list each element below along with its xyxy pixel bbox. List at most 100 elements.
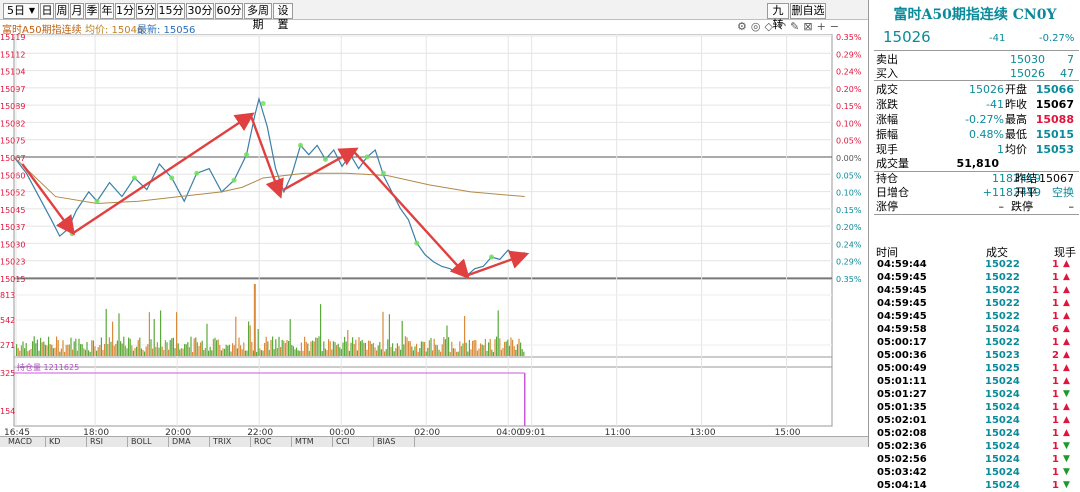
- indicator-tab-kd[interactable]: KD: [47, 437, 87, 447]
- volume-bar: [488, 342, 490, 356]
- volume-bar: [387, 339, 389, 356]
- volume-bar: [446, 325, 448, 356]
- period-button-6[interactable]: 5分: [136, 3, 156, 19]
- volume-bar: [379, 342, 381, 356]
- volume-bar: [486, 350, 488, 356]
- volume-bar: [406, 337, 408, 356]
- volume-bar: [518, 338, 520, 356]
- volume-bar: [174, 348, 176, 356]
- highlight-marker: [414, 240, 420, 246]
- volume-bar: [147, 344, 149, 356]
- trade-row: 05:00:36 15023 2 ▲: [877, 349, 1079, 362]
- sell-label: 卖出: [876, 53, 898, 66]
- period-button-4[interactable]: 年: [100, 3, 114, 19]
- oi-label: 持仓: [876, 172, 898, 185]
- volume-bar: [449, 351, 451, 356]
- trade-price: 15022: [985, 311, 1020, 322]
- volume-bar: [148, 312, 150, 356]
- indicator-tab-dma[interactable]: DMA: [170, 437, 210, 447]
- period-button-1[interactable]: 周: [55, 3, 69, 19]
- indicator-tab-macd[interactable]: MACD: [6, 437, 46, 447]
- volume-bar: [500, 349, 502, 356]
- period-button-11[interactable]: 设置: [273, 3, 293, 31]
- period-button-8[interactable]: 30分: [186, 3, 214, 19]
- volume-bar: [380, 349, 382, 356]
- arrow-up-icon: ▲: [1063, 311, 1070, 321]
- volume-bar: [156, 342, 158, 356]
- indicator-tab-roc[interactable]: ROC: [252, 437, 292, 447]
- remove-watchlist-button[interactable]: 删自选: [790, 3, 826, 19]
- volume-bar: [145, 346, 147, 356]
- volume-bar: [251, 341, 253, 356]
- volume-bar: [62, 340, 64, 356]
- volume-bar: [139, 337, 141, 356]
- stat-value: 15088: [1035, 113, 1074, 126]
- stat-value: -41: [986, 98, 1004, 111]
- period-select[interactable]: 5日 ▼: [3, 3, 39, 19]
- volume-bar: [289, 319, 291, 356]
- time-axis-label: 20:00: [165, 428, 191, 436]
- period-button-10[interactable]: 多周期: [244, 3, 272, 31]
- volume-bar: [240, 345, 242, 356]
- stat-label: 开盘: [1005, 83, 1027, 96]
- volume-bar: [356, 350, 358, 356]
- trade-price: 15024: [985, 480, 1020, 491]
- volume-bar: [390, 346, 392, 356]
- period-button-0[interactable]: 日: [40, 3, 54, 19]
- price-chart[interactable]: 15119 0.35% 15112 0.29% 15104 0.24% 15097 0.20%…: [0, 34, 868, 436]
- volume-bar: [475, 340, 477, 356]
- volume-bar: [131, 345, 133, 356]
- time-axis-label: 11:00: [605, 428, 631, 436]
- volume-bar: [374, 347, 376, 356]
- volume-bar: [451, 341, 453, 356]
- trade-row: 04:59:45 15022 1 ▲: [877, 271, 1079, 284]
- indicator-tab-trix[interactable]: TRIX: [211, 437, 251, 447]
- indicator-tab-mtm[interactable]: MTM: [293, 437, 333, 447]
- volume-bar: [195, 337, 197, 356]
- current-price: 15026: [883, 28, 931, 46]
- trade-volume: 2: [1052, 350, 1059, 361]
- volume-bar: [363, 342, 365, 356]
- jiuzhuan-button[interactable]: 九转: [767, 3, 789, 31]
- volume-bar: [27, 351, 29, 356]
- volume-bar: [92, 340, 94, 356]
- period-button-2[interactable]: 月: [70, 3, 84, 19]
- period-button-7[interactable]: 15分: [157, 3, 185, 19]
- volume-bar: [211, 350, 213, 356]
- indicator-tab-bias[interactable]: BIAS: [375, 437, 415, 447]
- trade-row: 05:04:14 15024 1 ▼: [877, 479, 1079, 492]
- volume-bar: [436, 345, 438, 356]
- volume-bar: [427, 347, 429, 356]
- volume-bar: [91, 340, 93, 356]
- volume-bar: [350, 342, 352, 356]
- period-button-9[interactable]: 60分: [215, 3, 243, 19]
- indicator-tab-cci[interactable]: CCI: [334, 437, 374, 447]
- volume-bar: [483, 345, 485, 356]
- volume-bar: [246, 350, 248, 356]
- time-axis-label: 16:45: [4, 428, 30, 436]
- trade-row: 04:59:45 15022 1 ▲: [877, 297, 1079, 310]
- trade-row: 05:02:01 15024 1 ▲: [877, 414, 1079, 427]
- volume-bar: [329, 341, 331, 356]
- indicator-tab-rsi[interactable]: RSI: [88, 437, 128, 447]
- price-tick-label: 15097: [0, 85, 25, 94]
- stat-value: 0.48%: [969, 128, 1004, 141]
- volume-bar: [68, 344, 70, 356]
- stat-label: 昨收: [1005, 98, 1027, 111]
- volume-bar: [324, 348, 326, 356]
- volume-bar: [404, 336, 406, 356]
- volume-bar: [480, 343, 482, 356]
- volume-bar: [219, 345, 221, 356]
- volume-bar: [396, 343, 398, 356]
- highlight-marker: [322, 156, 328, 162]
- volume-bar: [64, 351, 66, 356]
- volume-bar: [441, 344, 443, 356]
- volume-bar: [256, 351, 258, 356]
- trade-row: 05:03:42 15024 1 ▼: [877, 466, 1079, 479]
- period-button-3[interactable]: 季: [85, 3, 99, 19]
- chart-tool-icons[interactable]: ⚙◎◇↶✎⊠+−: [737, 20, 843, 33]
- indicator-tab-boll[interactable]: BOLL: [129, 437, 169, 447]
- volume-bar: [73, 341, 75, 356]
- volume-bar: [481, 344, 483, 356]
- period-button-5[interactable]: 1分: [115, 3, 135, 19]
